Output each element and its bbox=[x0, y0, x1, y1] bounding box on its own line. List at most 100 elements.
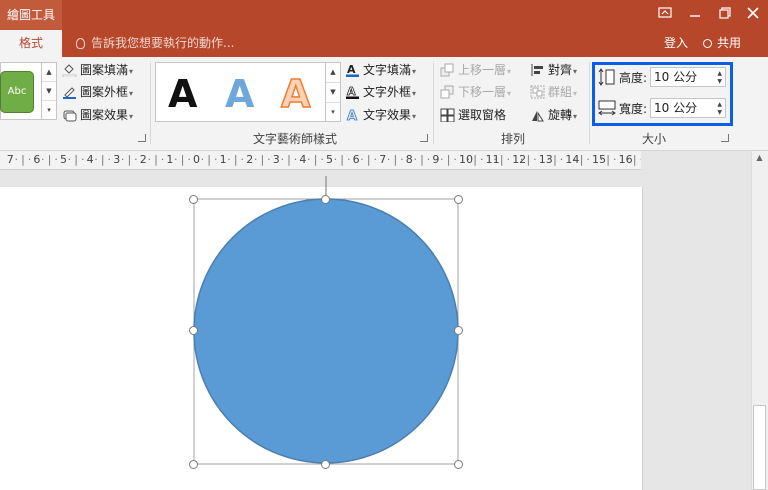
resize-handle-top[interactable] bbox=[321, 195, 330, 204]
ruler-tick: | bbox=[260, 153, 265, 166]
ruler-tick: · bbox=[253, 153, 258, 166]
shape-outline-button[interactable]: 圖案外框▾ bbox=[62, 82, 133, 102]
text-fill-icon: A bbox=[345, 63, 360, 77]
selection-pane-icon bbox=[440, 108, 455, 123]
ruler-tick: | bbox=[606, 153, 611, 166]
ruler-tick: · bbox=[333, 153, 338, 166]
contextual-tab-drawing-tools[interactable]: 繪圖工具 bbox=[0, 0, 62, 30]
ruler-label: 4 bbox=[299, 153, 307, 166]
ruler-tick: · bbox=[599, 153, 604, 166]
align-icon bbox=[530, 63, 545, 77]
text-effects-button[interactable]: A 文字效果▾ bbox=[345, 105, 416, 125]
group-separator bbox=[589, 62, 590, 144]
ruler-tick: · bbox=[573, 153, 577, 166]
ruler-tick: | bbox=[553, 153, 557, 166]
group-separator bbox=[150, 62, 151, 144]
text-outline-icon: A bbox=[345, 85, 360, 99]
resize-handle-bottom[interactable] bbox=[321, 460, 330, 469]
dialog-launcher-icon[interactable] bbox=[721, 134, 729, 142]
wordart-gallery-scroll[interactable]: ▲ ▼ ▾ bbox=[325, 62, 341, 122]
share-button[interactable]: 共用 bbox=[703, 30, 763, 57]
ruler-tick: · bbox=[466, 153, 471, 166]
ruler-label: 2 bbox=[139, 153, 147, 166]
circle-shape[interactable] bbox=[193, 198, 459, 464]
arrange-group-label: 排列 bbox=[500, 132, 525, 146]
ruler-label: 0 bbox=[193, 153, 200, 166]
ruler-tick: · bbox=[533, 153, 537, 166]
ruler-label: 3 bbox=[113, 153, 121, 166]
selected-shape[interactable] bbox=[186, 172, 468, 472]
ruler-tick: | bbox=[473, 153, 478, 166]
rotate-button[interactable]: 旋轉▾ bbox=[530, 105, 577, 125]
login-button[interactable]: 登入 bbox=[664, 30, 688, 57]
ruler-tick: | bbox=[21, 153, 25, 166]
svg-text:A: A bbox=[347, 63, 356, 76]
rotate-icon bbox=[530, 108, 545, 122]
minimize-icon[interactable] bbox=[680, 0, 710, 26]
ruler-tick: | bbox=[632, 153, 637, 166]
ruler-tick: · bbox=[640, 151, 641, 168]
ruler-tick: · bbox=[506, 153, 511, 166]
close-icon[interactable] bbox=[738, 0, 768, 26]
ruler-tick: · bbox=[400, 153, 404, 166]
shape-fill-button[interactable]: 圖案填滿▾ bbox=[62, 60, 133, 80]
wordart-sample-blue[interactable]: A bbox=[225, 70, 254, 118]
ruler-label: 7 bbox=[6, 153, 14, 166]
ruler-tick: · bbox=[280, 153, 284, 166]
resize-handle-left[interactable] bbox=[189, 326, 198, 335]
resize-handle-bottom-right[interactable] bbox=[454, 460, 463, 469]
svg-text:A: A bbox=[347, 85, 356, 98]
wordart-sample-black[interactable]: A bbox=[168, 70, 197, 118]
ruler-label: 1 bbox=[166, 153, 174, 166]
ruler-tick: · bbox=[41, 153, 45, 166]
send-backward-button[interactable]: 下移一層▾ bbox=[440, 82, 511, 102]
ruler-tick: · bbox=[479, 153, 484, 166]
ruler-tick: · bbox=[200, 153, 205, 166]
bring-forward-icon bbox=[440, 63, 455, 77]
wordart-sample-orange[interactable]: A bbox=[280, 70, 311, 118]
send-backward-icon bbox=[440, 85, 455, 99]
ruler-tick: · bbox=[187, 153, 191, 166]
scroll-up-icon[interactable]: ▲ bbox=[753, 153, 766, 166]
lightbulb-icon bbox=[76, 38, 85, 49]
shape-style-preview[interactable]: Abc bbox=[0, 71, 34, 113]
tab-format[interactable]: 格式 bbox=[0, 30, 62, 57]
group-button[interactable]: 群組▾ bbox=[530, 82, 577, 102]
ruler-tick: · bbox=[54, 153, 58, 166]
ruler-label: 3 bbox=[272, 153, 280, 166]
resize-handle-right[interactable] bbox=[454, 326, 463, 335]
shape-effects-button[interactable]: 圖案效果▾ bbox=[62, 105, 133, 125]
bring-forward-button[interactable]: 上移一層▾ bbox=[440, 60, 511, 80]
ruler-tick: | bbox=[207, 153, 212, 166]
ruler-tick: | bbox=[74, 153, 79, 166]
present-icon[interactable] bbox=[650, 0, 680, 26]
size-group-highlight bbox=[592, 62, 733, 126]
resize-handle-top-left[interactable] bbox=[189, 195, 198, 204]
ruler-label: 2 bbox=[246, 153, 254, 166]
size-group-label: 大小 bbox=[641, 132, 666, 146]
ruler-tick: | bbox=[313, 153, 318, 166]
text-outline-button[interactable]: A 文字外框▾ bbox=[345, 82, 416, 102]
resize-handle-bottom-left[interactable] bbox=[189, 460, 198, 469]
resize-handle-top-right[interactable] bbox=[454, 195, 463, 204]
restore-icon[interactable] bbox=[710, 0, 740, 26]
tell-me-search[interactable]: 告訴我您想要執行的動作... bbox=[76, 30, 234, 57]
ruler-tick: · bbox=[147, 153, 151, 166]
scrollbar-thumb[interactable] bbox=[753, 405, 766, 490]
ruler-label: 6 bbox=[33, 153, 41, 166]
ruler-tick: | bbox=[154, 153, 158, 166]
dialog-launcher-icon[interactable] bbox=[420, 134, 428, 142]
ruler-label: 5 bbox=[60, 153, 67, 166]
ruler-tick: | bbox=[127, 153, 132, 166]
ruler-tick: · bbox=[27, 153, 32, 166]
shape-gallery-scroll[interactable]: ▲ ▼ ▾ bbox=[41, 62, 57, 120]
align-button[interactable]: 對齊▾ bbox=[530, 60, 577, 80]
person-icon bbox=[703, 39, 712, 48]
dialog-launcher-icon[interactable] bbox=[138, 134, 146, 142]
ruler-tick: · bbox=[519, 153, 524, 166]
selection-pane-button[interactable]: 選取窗格 bbox=[440, 105, 506, 125]
ruler-tick: · bbox=[67, 153, 72, 166]
ruler-tick: · bbox=[267, 153, 271, 166]
text-fill-button[interactable]: A 文字填滿▾ bbox=[345, 60, 416, 80]
ruler-tick: | bbox=[446, 153, 451, 166]
